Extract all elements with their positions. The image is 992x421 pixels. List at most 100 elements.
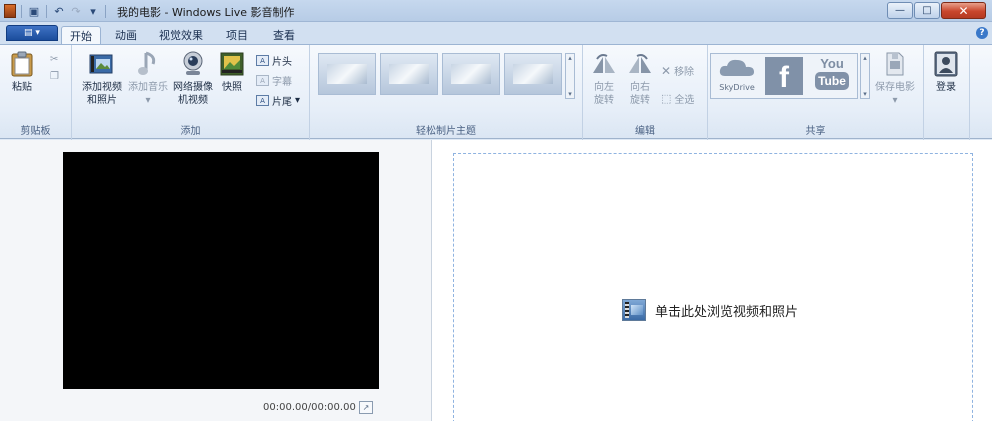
snapshot-label: 快照 xyxy=(222,82,242,93)
storyboard[interactable]: 单击此处浏览视频和照片 xyxy=(453,153,973,421)
tab-view[interactable]: 查看 xyxy=(262,26,306,44)
help-icon[interactable]: ? xyxy=(976,27,988,39)
redo-icon[interactable]: ↷ xyxy=(69,4,83,18)
ribbon: 粘贴 ✂ ❐ 剪贴板 添加视频 和照片 添加音乐 ▾ 网络摄像 机视频 快照 A… xyxy=(0,44,992,140)
undo-icon[interactable]: ↶ xyxy=(52,4,66,18)
tab-home[interactable]: 开始 xyxy=(61,26,101,44)
save-movie-dropdown-icon: ▾ xyxy=(892,95,898,106)
credits-dropdown-icon: ▾ xyxy=(295,95,301,106)
clipboard-group-label: 剪贴板 xyxy=(20,126,51,137)
add-caption-button[interactable]: A 字幕 xyxy=(256,73,292,88)
add-group-label: 添加 xyxy=(180,126,201,137)
popout-icon[interactable]: ↗ xyxy=(359,401,373,414)
scroll-down-icon[interactable]: ▾ xyxy=(568,90,572,98)
toolbar-separator xyxy=(105,4,106,18)
add-group: 添加视频 和照片 添加音乐 ▾ 网络摄像 机视频 快照 A 片头 A 字幕 A … xyxy=(72,45,310,140)
minimize-button[interactable]: — xyxy=(887,2,913,19)
browse-prompt[interactable]: 单击此处浏览视频和照片 xyxy=(622,299,798,321)
webcam-label-2: 机视频 xyxy=(178,95,208,106)
sign-in-button[interactable]: 登录 xyxy=(930,50,962,94)
facebook-button[interactable]: f xyxy=(765,57,803,95)
app-icon[interactable] xyxy=(4,4,16,18)
webcam-icon xyxy=(180,50,206,78)
toolbar-separator xyxy=(21,4,22,18)
tab-visual-effects[interactable]: 视觉效果 xyxy=(150,26,212,44)
copy-icon: ❐ xyxy=(50,71,59,82)
share-group-label: 共享 xyxy=(805,126,826,137)
tab-project[interactable]: 项目 xyxy=(217,26,257,44)
caption-icon: A xyxy=(256,75,269,86)
close-button[interactable]: ✕ xyxy=(941,2,986,19)
scroll-down-icon[interactable]: ▾ xyxy=(863,90,867,98)
youtube-button[interactable]: You Tube xyxy=(812,56,852,96)
skydrive-cloud-icon xyxy=(719,59,754,76)
browse-prompt-label: 单击此处浏览视频和照片 xyxy=(655,304,799,320)
add-title-button[interactable]: A 片头 xyxy=(256,53,292,68)
toolbar-separator xyxy=(46,4,47,18)
rotate-right-label-2: 旋转 xyxy=(630,95,650,106)
save-movie-button[interactable]: 保存电影 ▾ xyxy=(872,50,918,107)
rotate-right-icon xyxy=(627,50,653,78)
snapshot-icon xyxy=(219,50,245,78)
add-music-label: 添加音乐 xyxy=(128,82,168,93)
window-title: 我的电影 - Windows Live 影音制作 xyxy=(117,6,295,19)
webcam-video-button[interactable]: 网络摄像 机视频 xyxy=(170,50,216,107)
add-videos-photos-button[interactable]: 添加视频 和照片 xyxy=(78,50,126,107)
share-gallery-scroll[interactable]: ▴ ▾ xyxy=(860,53,870,99)
theme-thumbnail[interactable] xyxy=(442,53,500,95)
scissors-icon: ✂ xyxy=(50,54,59,65)
themes-group-label: 轻松制片主题 xyxy=(416,126,476,137)
qat-dropdown-icon[interactable]: ▾ xyxy=(86,4,100,18)
app-menu-button[interactable]: ▤ ▾ xyxy=(6,25,58,41)
music-note-icon xyxy=(135,50,161,78)
scroll-up-icon[interactable]: ▴ xyxy=(863,54,867,62)
rotate-right-button[interactable]: 向右 旋转 xyxy=(623,50,657,107)
rotate-left-button[interactable]: 向左 旋转 xyxy=(587,50,621,107)
theme-thumbnail[interactable] xyxy=(504,53,562,95)
select-all-icon: ⬚ xyxy=(661,92,672,105)
theme-thumbnail[interactable] xyxy=(380,53,438,95)
remove-button[interactable]: ✕ 移除 xyxy=(661,63,695,79)
maximize-button[interactable]: □ xyxy=(914,2,940,19)
sign-in-label: 登录 xyxy=(936,82,956,93)
video-preview[interactable] xyxy=(63,152,379,389)
preview-pane: 00:00.00/00:00.00 ↗ xyxy=(0,140,432,421)
main-content: 00:00.00/00:00.00 ↗ 单击此处浏览视频和照片 xyxy=(0,140,992,421)
film-photo-icon xyxy=(89,50,115,78)
select-all-button[interactable]: ⬚ 全选 xyxy=(661,91,694,106)
youtube-label-bottom: Tube xyxy=(815,72,849,90)
select-all-label: 全选 xyxy=(674,95,695,106)
user-icon xyxy=(933,50,959,78)
add-music-dropdown-icon: ▾ xyxy=(145,95,151,106)
youtube-label-top: You xyxy=(820,56,844,71)
save-icon[interactable]: ▣ xyxy=(27,4,41,18)
window-controls: — □ ✕ xyxy=(887,2,986,19)
scroll-up-icon[interactable]: ▴ xyxy=(568,54,572,62)
automovie-themes-group: ▴ ▾ 轻松制片主题 xyxy=(310,45,583,140)
rotate-left-icon xyxy=(591,50,617,78)
add-title-label: 片头 xyxy=(272,57,292,68)
ribbon-tab-row: ▤ ▾ 开始 动画 视觉效果 项目 查看 ? xyxy=(0,22,992,44)
paste-button[interactable]: 粘贴 xyxy=(6,50,38,94)
themes-gallery-scroll[interactable]: ▴ ▾ xyxy=(565,53,575,99)
rotate-right-label-1: 向右 xyxy=(630,82,650,93)
remove-icon: ✕ xyxy=(661,63,672,78)
skydrive-button[interactable]: SkyDrive xyxy=(713,56,761,96)
theme-thumbnail[interactable] xyxy=(318,53,376,95)
clipboard-icon xyxy=(9,50,35,78)
rotate-left-label-1: 向左 xyxy=(594,82,614,93)
clipboard-group: 粘贴 ✂ ❐ 剪贴板 xyxy=(0,45,72,140)
add-music-button[interactable]: 添加音乐 ▾ xyxy=(126,50,170,107)
title-icon: A xyxy=(256,55,269,66)
title-bar: ▣ ↶ ↷ ▾ 我的电影 - Windows Live 影音制作 — □ ✕ xyxy=(0,0,992,22)
webcam-label-1: 网络摄像 xyxy=(173,82,213,93)
snapshot-button[interactable]: 快照 xyxy=(217,50,247,94)
cut-button[interactable]: ✂ xyxy=(50,52,58,67)
remove-label: 移除 xyxy=(674,67,695,78)
add-credits-button[interactable]: A 片尾 ▾ xyxy=(256,93,300,108)
add-credits-label: 片尾 xyxy=(272,97,292,108)
credits-icon: A xyxy=(256,95,269,106)
copy-button[interactable]: ❐ xyxy=(50,69,59,84)
add-media-icon xyxy=(622,299,646,321)
tab-animations[interactable]: 动画 xyxy=(106,26,146,44)
